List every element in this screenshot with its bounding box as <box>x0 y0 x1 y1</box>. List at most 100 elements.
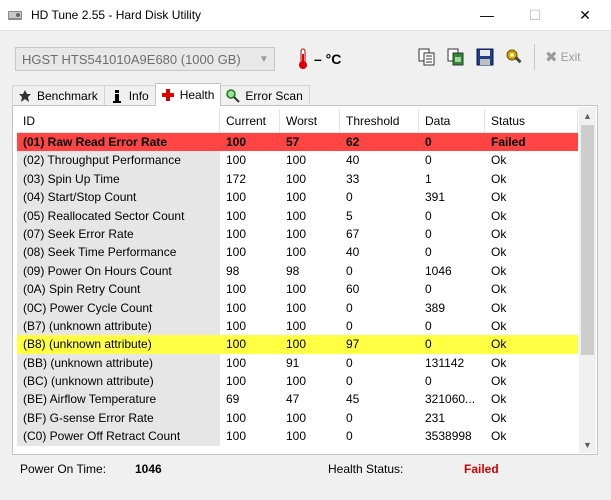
cell-worst: 100 <box>280 335 340 354</box>
cell-data: 0 <box>419 133 485 152</box>
cell-status: Ok <box>491 355 507 370</box>
chevron-down-icon[interactable]: ▼ <box>254 48 274 70</box>
cell-status: Ok <box>491 410 507 425</box>
table-row[interactable]: (BF) G-sense Error Rate 100 100 0 231 Ok <box>17 408 578 428</box>
tab-error-scan[interactable]: Error Scan <box>220 85 310 106</box>
tab-label: Benchmark <box>37 89 98 103</box>
table-row[interactable]: (01) Raw Read Error Rate 100 57 62 0 Failed <box>17 133 578 152</box>
column-header-status[interactable]: Status <box>485 109 578 133</box>
health-status-label: Health Status: <box>328 462 404 476</box>
magnifier-icon <box>225 88 241 104</box>
cell-current: 98 <box>226 263 240 278</box>
cell-status: Ok <box>491 190 507 205</box>
cell-id: (09) Power On Hours Count <box>17 261 220 281</box>
cell-worst: 100 <box>286 245 307 260</box>
table-row[interactable]: (02) Throughput Performance 100 100 40 0 Ok <box>17 151 578 170</box>
scrollbar-thumb[interactable] <box>581 125 594 355</box>
cell-status: Ok <box>491 263 507 278</box>
cell-status: Ok <box>491 282 507 297</box>
list-header: ID Current Worst Threshold Data Status <box>17 109 578 133</box>
table-row[interactable]: (BC) (unknown attribute) 100 100 0 0 Ok <box>17 372 578 391</box>
column-header-id[interactable]: ID <box>17 109 220 133</box>
cell-id: (B7) (unknown attribute) <box>17 316 220 336</box>
cell-current: 100 <box>226 245 247 260</box>
cell-status: Ok <box>491 208 507 223</box>
cell-status: Ok <box>491 318 507 333</box>
info-icon <box>109 88 125 104</box>
column-header-worst[interactable]: Worst <box>280 109 340 133</box>
cell-worst: 100 <box>286 429 307 444</box>
table-row[interactable]: (BB) (unknown attribute) 100 91 0 131142 Ok <box>17 353 578 373</box>
cell-id: (02) Throughput Performance <box>17 151 220 170</box>
cell-id: (03) Spin Up Time <box>17 169 220 189</box>
table-row[interactable]: (04) Start/Stop Count 100 100 0 391 Ok <box>17 188 578 207</box>
cell-id: (C0) Power Off Retract Count <box>17 427 220 446</box>
cell-threshold: 97 <box>340 335 419 354</box>
table-row[interactable]: (09) Power On Hours Count 98 98 0 1046 Ok <box>17 261 578 281</box>
close-button[interactable]: ✕ <box>562 0 608 30</box>
cell-current: 100 <box>226 374 247 389</box>
cell-id: (01) Raw Read Error Rate <box>17 133 220 152</box>
cell-current: 100 <box>226 282 247 297</box>
tab-benchmark[interactable]: Benchmark <box>12 85 105 106</box>
table-row[interactable]: (B8) (unknown attribute) 100 100 97 0 Ok <box>17 335 578 354</box>
tab-info[interactable]: Info <box>103 85 156 106</box>
copy-text-icon[interactable] <box>416 46 438 68</box>
cell-data: 1 <box>425 171 432 186</box>
table-row[interactable]: (08) Seek Time Performance 100 100 40 0 Ok <box>17 243 578 262</box>
list-body: (01) Raw Read Error Rate 100 57 62 0 Failed (0… <box>17 133 578 446</box>
table-row[interactable]: (05) Reallocated Sector Count 100 100 5 0 Ok <box>17 206 578 225</box>
cell-id: (07) Seek Error Rate <box>17 224 220 244</box>
cell-data: 0 <box>425 318 432 333</box>
cell-data: 0 <box>425 282 432 297</box>
table-row[interactable]: (B7) (unknown attribute) 100 100 0 0 Ok <box>17 316 578 336</box>
table-row[interactable]: (0A) Spin Retry Count 100 100 60 0 Ok <box>17 280 578 299</box>
scroll-down-icon[interactable]: ▼ <box>579 436 596 453</box>
maximize-button[interactable]: ☐ <box>512 0 558 30</box>
tab-label: Info <box>128 89 149 103</box>
table-row[interactable]: (BE) Airflow Temperature 69 47 45 321060... O… <box>17 390 578 409</box>
scroll-up-icon[interactable]: ▲ <box>579 107 596 124</box>
tab-health[interactable]: Health <box>154 83 222 106</box>
cell-status: Ok <box>491 153 507 168</box>
smart-attribute-list[interactable]: ID Current Worst Threshold Data Status (… <box>17 109 578 453</box>
cell-id: (08) Seek Time Performance <box>17 243 220 262</box>
copy-screenshot-icon[interactable] <box>445 46 467 68</box>
cell-current: 100 <box>226 208 247 223</box>
cell-worst: 98 <box>286 263 300 278</box>
drive-select[interactable]: HGST HTS541010A9E680 (1000 GB) ▼ <box>15 47 275 71</box>
cell-current: 100 <box>226 318 247 333</box>
cell-threshold: 0 <box>346 374 353 389</box>
cell-status: Ok <box>491 374 507 389</box>
table-row[interactable]: (07) Seek Error Rate 100 100 67 0 Ok <box>17 224 578 244</box>
cell-status: Failed <box>485 133 578 152</box>
save-icon[interactable] <box>474 46 496 68</box>
column-header-threshold[interactable]: Threshold <box>340 109 419 133</box>
cell-data: 0 <box>425 226 432 241</box>
table-row[interactable]: (C0) Power Off Retract Count 100 100 0 35389… <box>17 427 578 446</box>
cell-id: (0A) Spin Retry Count <box>17 280 220 299</box>
cell-threshold: 0 <box>346 300 353 315</box>
drive-select-value: HGST HTS541010A9E680 (1000 GB) <box>22 51 241 67</box>
column-header-current[interactable]: Current <box>220 109 280 133</box>
cell-id: (BF) G-sense Error Rate <box>17 408 220 428</box>
health-panel: ID Current Worst Threshold Data Status (… <box>12 105 598 455</box>
minimize-button[interactable]: — <box>464 0 510 30</box>
options-icon[interactable] <box>503 46 525 68</box>
vertical-scrollbar[interactable]: ▲ ▼ <box>579 107 596 453</box>
cell-threshold: 45 <box>346 392 360 407</box>
power-on-time-label: Power On Time: <box>20 462 107 476</box>
cell-worst: 100 <box>286 300 307 315</box>
cell-worst: 47 <box>286 392 300 407</box>
cell-threshold: 0 <box>346 263 353 278</box>
cell-threshold: 0 <box>346 410 353 425</box>
exit-button[interactable]: ✖ Exit <box>545 48 581 66</box>
table-row[interactable]: (03) Spin Up Time 172 100 33 1 Ok <box>17 169 578 189</box>
cell-current: 172 <box>226 171 247 186</box>
cell-worst: 100 <box>286 171 307 186</box>
column-header-data[interactable]: Data <box>419 109 485 133</box>
cell-threshold: 0 <box>346 190 353 205</box>
table-row[interactable]: (0C) Power Cycle Count 100 100 0 389 Ok <box>17 298 578 317</box>
cell-status: Ok <box>485 335 578 354</box>
cell-id: (B8) (unknown attribute) <box>17 335 220 354</box>
